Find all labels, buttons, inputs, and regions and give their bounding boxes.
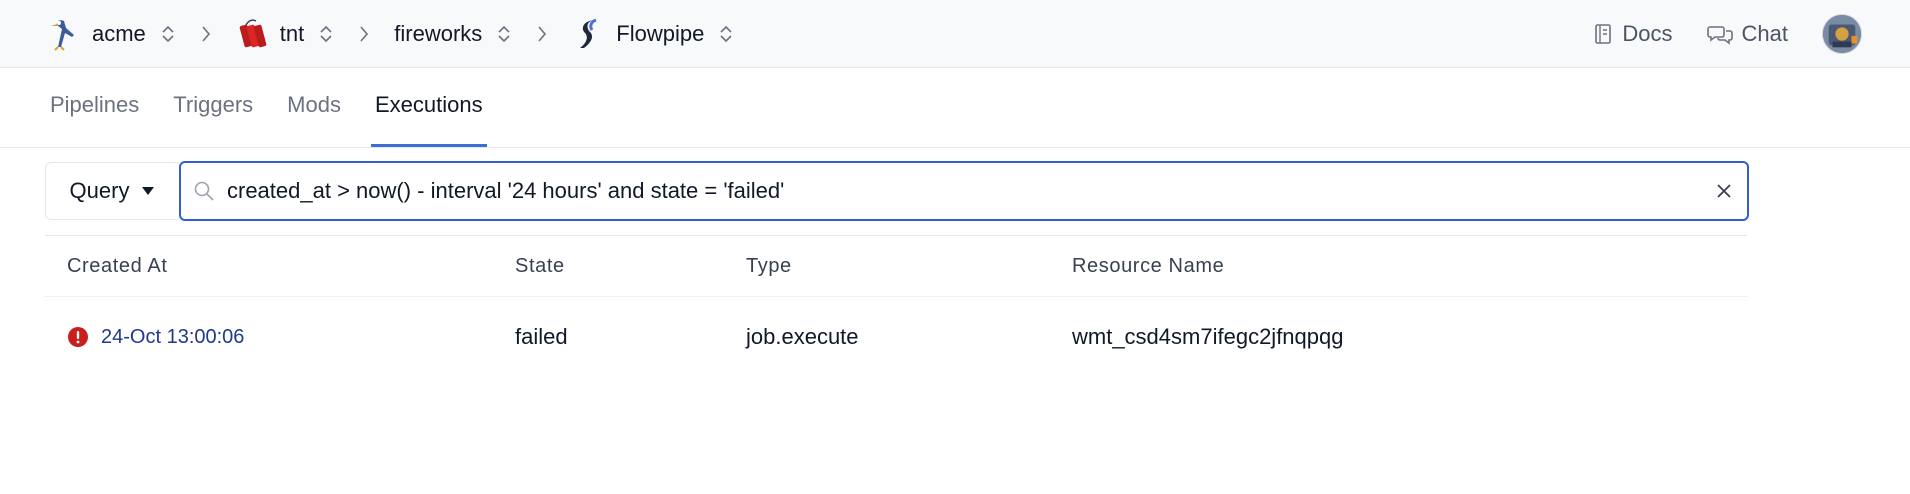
breadcrumb-label: Flowpipe: [616, 20, 705, 46]
tab-executions[interactable]: Executions: [370, 92, 487, 147]
breadcrumb-org-acme[interactable]: acme: [48, 17, 176, 51]
dynamite-icon: [236, 17, 270, 51]
docs-label: Docs: [1622, 20, 1673, 46]
executions-table: Created At State Type Resource Name 24-O…: [45, 235, 1747, 377]
column-header-type[interactable]: Type: [746, 255, 1072, 278]
breadcrumb-label: tnt: [279, 20, 305, 46]
chevron-right-icon: [196, 25, 216, 43]
breadcrumb-label: fireworks: [394, 20, 483, 46]
chevron-right-icon: [354, 25, 374, 43]
docs-link[interactable]: Docs: [1593, 20, 1673, 47]
chat-bubbles-icon: [1706, 25, 1733, 45]
tab-bar: Pipelines Triggers Mods Executions: [0, 68, 1910, 148]
chevron-up-down-icon[interactable]: [160, 23, 176, 45]
book-icon: [1595, 23, 1612, 44]
caret-down-icon: [142, 187, 155, 195]
error-icon: [68, 327, 88, 347]
tab-pipelines[interactable]: Pipelines: [50, 92, 139, 147]
clear-icon[interactable]: [1715, 182, 1733, 200]
flowpipe-logo-icon: [572, 17, 606, 51]
breadcrumb-mod-fireworks[interactable]: fireworks: [394, 21, 512, 47]
table-row[interactable]: 24-Oct 13:00:06 failed job.execute wmt_c…: [45, 297, 1747, 377]
column-header-resource-name[interactable]: Resource Name: [1072, 255, 1747, 278]
breadcrumb-label: acme: [92, 20, 146, 46]
query-mode-dropdown[interactable]: Query: [45, 162, 179, 220]
chevron-up-down-icon[interactable]: [496, 23, 512, 45]
tab-mods[interactable]: Mods: [287, 92, 341, 147]
chat-link[interactable]: Chat: [1706, 20, 1788, 47]
execution-link[interactable]: 24-Oct 13:00:06: [101, 326, 244, 349]
breadcrumb-workspace-tnt[interactable]: tnt: [236, 17, 334, 51]
cell-state: failed: [515, 324, 568, 349]
query-input[interactable]: [225, 177, 1715, 205]
query-bar: Query: [45, 161, 1910, 221]
chat-label: Chat: [1741, 20, 1788, 46]
tab-triggers[interactable]: Triggers: [173, 92, 253, 147]
breadcrumb: acme tnt fireworks Flowpipe: [48, 17, 734, 51]
query-mode-label: Query: [69, 178, 130, 203]
column-header-created-at[interactable]: Created At: [45, 255, 515, 278]
breadcrumb-product-flowpipe[interactable]: Flowpipe: [572, 17, 734, 51]
chevron-right-icon: [532, 25, 552, 43]
top-bar: acme tnt fireworks Flowpipe Docs Chat: [0, 0, 1910, 68]
table-header-row: Created At State Type Resource Name: [45, 236, 1747, 297]
user-avatar[interactable]: [1822, 13, 1862, 54]
query-search-box: [179, 161, 1749, 221]
chevron-up-down-icon[interactable]: [718, 23, 734, 45]
column-header-state[interactable]: State: [515, 255, 746, 278]
chevron-up-down-icon[interactable]: [318, 23, 334, 45]
roadrunner-icon: [48, 17, 82, 51]
cell-type: job.execute: [746, 324, 859, 349]
avatar-image-icon: [1823, 14, 1861, 53]
cell-resource-name: wmt_csd4sm7ifegc2jfnqpqg: [1072, 324, 1344, 349]
cell-created-at: 24-Oct 13:00:06: [45, 326, 515, 349]
search-icon: [194, 181, 214, 201]
top-actions: Docs Chat: [1559, 13, 1862, 54]
